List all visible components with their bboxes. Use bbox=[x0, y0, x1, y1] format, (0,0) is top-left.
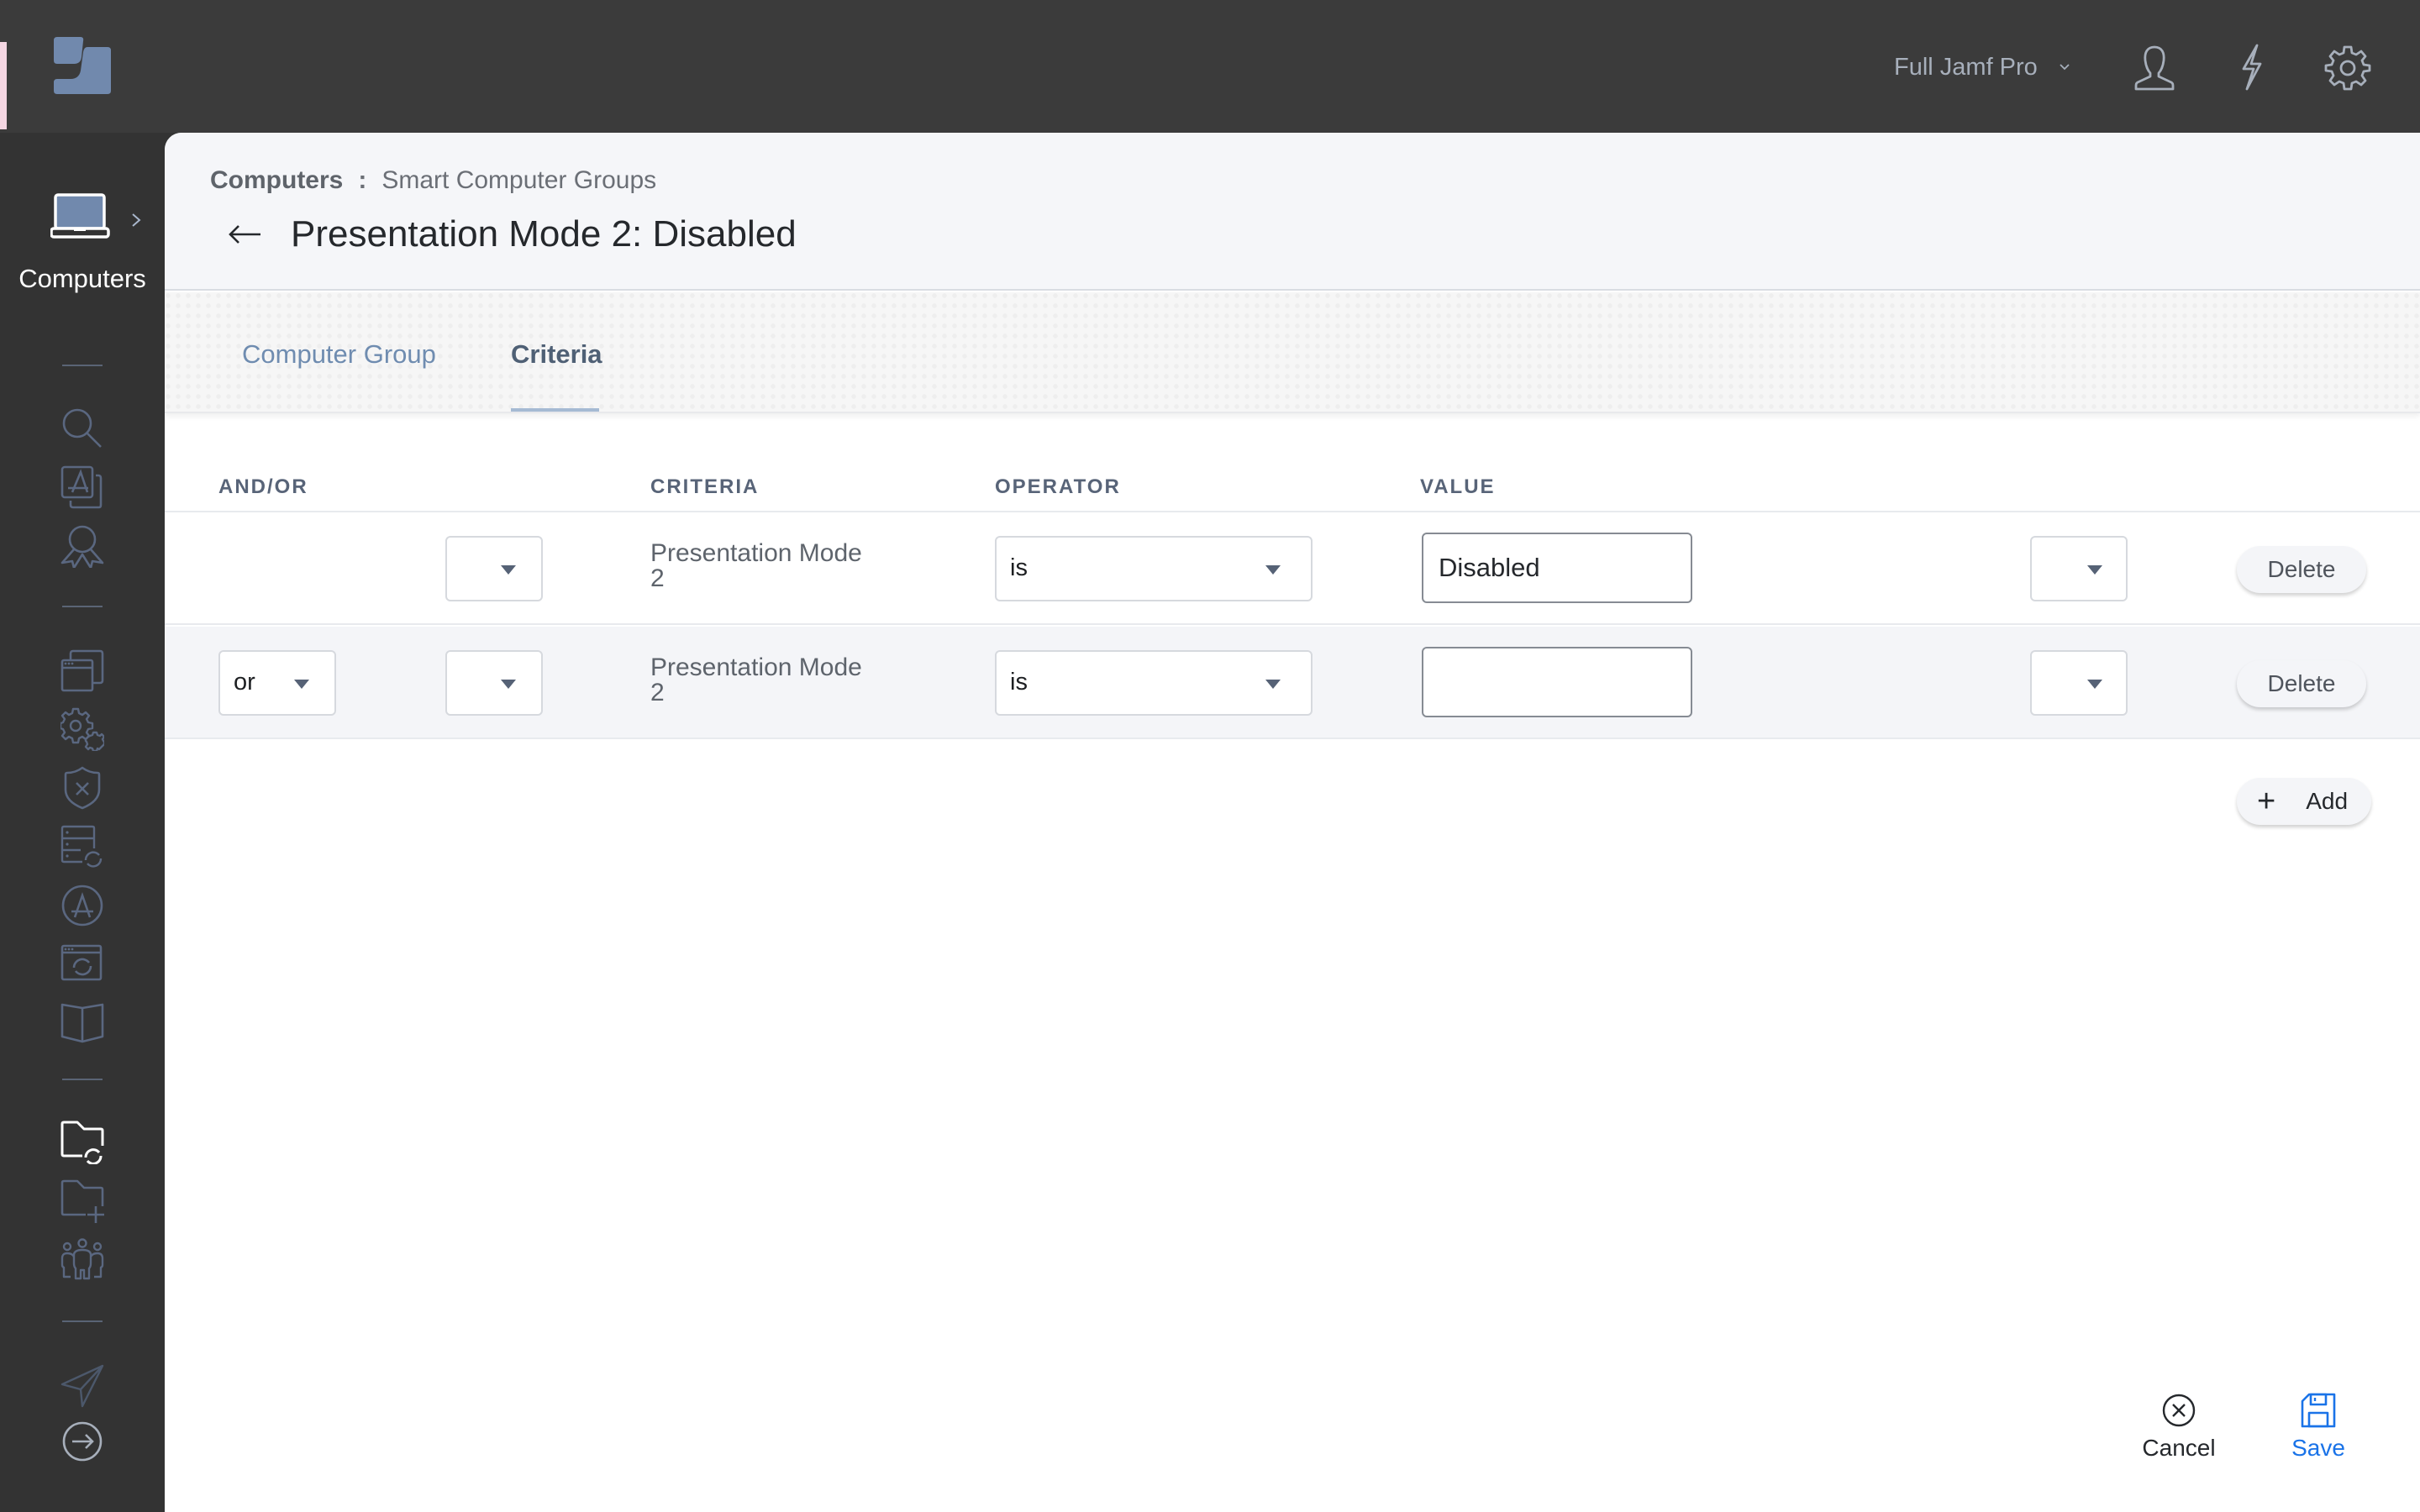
open-paren-select[interactable] bbox=[445, 650, 543, 716]
page-header: Computers : Smart Computer Groups Presen… bbox=[165, 133, 2420, 291]
active-tab-indicator bbox=[511, 408, 599, 412]
tab-computer-group[interactable]: Computer Group bbox=[242, 339, 436, 370]
criteria-name: Presentation Mode 2 bbox=[650, 539, 862, 592]
plus-icon: + bbox=[2257, 784, 2276, 819]
column-header-value: VALUE bbox=[1420, 475, 1496, 498]
jamf-logo-icon[interactable] bbox=[54, 37, 111, 94]
open-paren-select[interactable] bbox=[445, 536, 543, 601]
close-paren-select[interactable] bbox=[2030, 650, 2128, 716]
book-icon[interactable] bbox=[60, 1001, 104, 1045]
back-arrow-icon[interactable] bbox=[227, 222, 262, 247]
server-sync-icon[interactable] bbox=[60, 825, 104, 869]
lightning-icon[interactable] bbox=[2228, 44, 2275, 91]
sidebar-section-computers[interactable]: Computers bbox=[0, 158, 165, 309]
sidebar-section-label: Computers bbox=[18, 264, 146, 293]
folder-plus-icon[interactable] bbox=[60, 1179, 104, 1223]
top-bar: Full Jamf Pro bbox=[0, 0, 2420, 133]
shield-x-icon[interactable] bbox=[60, 766, 104, 810]
save-button[interactable]: Save bbox=[2272, 1393, 2365, 1477]
app-catalog-icon[interactable] bbox=[60, 465, 104, 509]
environment-switcher[interactable]: Full Jamf Pro bbox=[1894, 49, 2071, 86]
value-input[interactable] bbox=[1422, 647, 1692, 717]
chevron-down-icon bbox=[2060, 64, 2070, 71]
laptop-icon bbox=[50, 193, 110, 239]
operator-select[interactable]: is bbox=[995, 650, 1313, 716]
operator-select[interactable]: is bbox=[995, 536, 1313, 601]
cancel-circle-x-icon bbox=[2162, 1394, 2196, 1427]
caret-down-icon bbox=[1265, 565, 1281, 575]
sidebar-divider bbox=[62, 365, 103, 366]
column-header-criteria: CRITERIA bbox=[650, 475, 760, 498]
delete-button[interactable]: Delete bbox=[2237, 546, 2366, 593]
sidebar: Computers bbox=[0, 133, 165, 1512]
tab-criteria[interactable]: Criteria bbox=[511, 339, 602, 370]
environment-accent-bar bbox=[0, 42, 7, 129]
breadcrumb-current: Smart Computer Groups bbox=[381, 166, 657, 194]
add-criteria-button[interactable]: + Add bbox=[2237, 778, 2371, 825]
criteria-row: or Presentation Mode 2 is Delete bbox=[165, 627, 2420, 739]
users-group-icon[interactable] bbox=[60, 1238, 104, 1282]
search-icon[interactable] bbox=[60, 407, 104, 450]
tab-bar: Computer Group Criteria bbox=[165, 292, 2420, 413]
breadcrumb: Computers : Smart Computer Groups bbox=[210, 166, 656, 195]
caret-down-icon bbox=[501, 565, 516, 575]
window-sync-icon[interactable] bbox=[60, 942, 104, 986]
close-paren-select[interactable] bbox=[2030, 536, 2128, 601]
app-store-icon[interactable] bbox=[60, 884, 104, 927]
breadcrumb-root-link[interactable]: Computers bbox=[210, 166, 343, 195]
page-title: Presentation Mode 2: Disabled bbox=[291, 213, 797, 255]
breadcrumb-separator: : bbox=[358, 166, 367, 194]
criteria-name: Presentation Mode 2 bbox=[650, 654, 862, 706]
caret-down-icon bbox=[1265, 680, 1281, 689]
cancel-label: Cancel bbox=[2142, 1435, 2216, 1461]
sidebar-divider bbox=[62, 606, 103, 607]
sidebar-divider bbox=[62, 1079, 103, 1080]
main-panel: Computers : Smart Computer Groups Presen… bbox=[165, 133, 2420, 1512]
gear-icon[interactable] bbox=[2324, 44, 2371, 91]
user-icon[interactable] bbox=[2131, 44, 2178, 91]
caret-down-icon bbox=[294, 680, 309, 689]
arrow-circle-right-icon[interactable] bbox=[60, 1420, 104, 1463]
criteria-row: Presentation Mode 2 is Delete bbox=[165, 512, 2420, 625]
chevron-right-icon[interactable] bbox=[131, 212, 141, 228]
and-or-select[interactable]: or bbox=[218, 650, 336, 716]
paper-plane-icon[interactable] bbox=[60, 1364, 104, 1408]
windows-stack-icon[interactable] bbox=[60, 648, 104, 692]
caret-down-icon bbox=[501, 680, 516, 689]
smart-folder-sync-icon[interactable] bbox=[60, 1121, 104, 1165]
add-label: Add bbox=[2306, 788, 2349, 814]
award-ribbon-icon[interactable] bbox=[60, 524, 104, 570]
column-header-operator: OPERATOR bbox=[995, 475, 1121, 498]
caret-down-icon bbox=[2087, 565, 2102, 575]
gears-icon[interactable] bbox=[59, 707, 106, 753]
cancel-button[interactable]: Cancel bbox=[2133, 1393, 2225, 1477]
value-input[interactable] bbox=[1422, 533, 1692, 603]
column-header-and-or: AND/OR bbox=[218, 475, 308, 498]
save-floppy-icon bbox=[2301, 1393, 2336, 1428]
save-label: Save bbox=[2291, 1435, 2345, 1461]
sidebar-divider bbox=[62, 1320, 103, 1322]
delete-button[interactable]: Delete bbox=[2237, 660, 2366, 707]
environment-label: Full Jamf Pro bbox=[1894, 53, 2038, 81]
caret-down-icon bbox=[2087, 680, 2102, 689]
